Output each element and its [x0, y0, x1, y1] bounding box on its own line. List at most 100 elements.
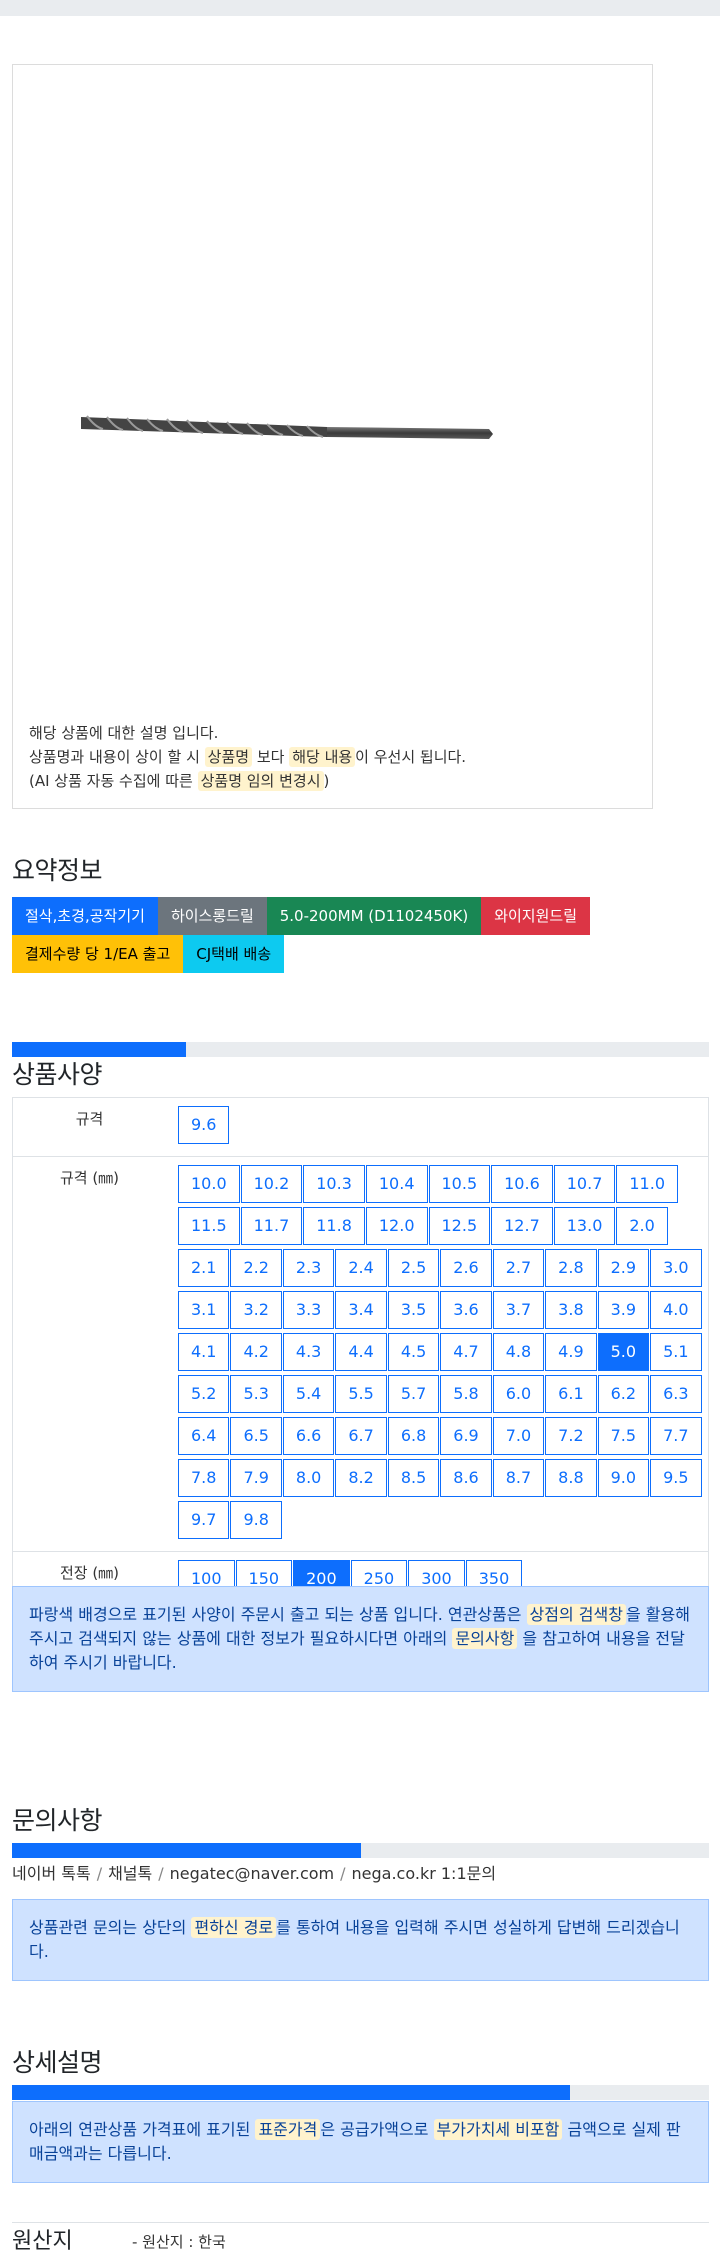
spec-option-button[interactable]: 12.5 — [428, 1207, 491, 1245]
summary-badges: 절삭,초경,공작기기 하이스롱드릴 5.0-200MM (D1102450K) 와이지… — [12, 897, 712, 973]
desc-highlight: 상품명 — [204, 747, 253, 767]
spec-option-button[interactable]: 5.4 — [282, 1375, 335, 1413]
spec-option-button[interactable]: 5.1 — [650, 1333, 702, 1371]
summary-badge: 5.0-200MM (D1102450K) — [266, 897, 482, 935]
contact-link[interactable]: nega.co.kr 1:1문의 — [352, 1864, 497, 1883]
spec-option-button[interactable]: 6.3 — [650, 1375, 702, 1413]
desc-text: 상품명과 내용이 상이 할 시 — [29, 748, 205, 766]
spec-option-button[interactable]: 6.1 — [545, 1375, 597, 1413]
spec-option-button[interactable]: 7.8 — [178, 1459, 230, 1497]
summary-badge: 결제수량 당 1/EA 출고 — [12, 935, 184, 973]
spec-option-button[interactable]: 3.2 — [230, 1291, 282, 1329]
summary-badge: CJ택배 배송 — [183, 935, 285, 973]
spec-option-button[interactable]: 4.0 — [650, 1291, 702, 1329]
spec-option-button[interactable]: 10.5 — [428, 1165, 491, 1203]
contact-link[interactable]: negatec@naver.com — [170, 1864, 334, 1883]
spec-option-button[interactable]: 13.0 — [553, 1207, 616, 1245]
detail-notice: 아래의 연관상품 가격표에 표기된 표준가격 은 공급가액으로 부가가치세 비포함… — [12, 2101, 709, 2183]
spec-option-button[interactable]: 6.2 — [597, 1375, 650, 1413]
spec-option-button[interactable]: 11.0 — [616, 1165, 678, 1203]
spec-option-button[interactable]: 6.5 — [230, 1417, 282, 1455]
spec-option-button[interactable]: 12.7 — [491, 1207, 553, 1245]
detail-progress — [12, 2085, 709, 2100]
spec-option-button[interactable]: 8.5 — [387, 1459, 440, 1497]
spec-option-button[interactable]: 7.2 — [545, 1417, 597, 1455]
spec-option-button[interactable]: 8.7 — [492, 1459, 545, 1497]
spec-option-button[interactable]: 2.9 — [597, 1249, 650, 1287]
spec-options: 10.0 10.2 10.3 10.4 10.5 10.6 10.7 11.0 11.5 11.7… — [166, 1157, 709, 1551]
spec-option-button[interactable]: 10.6 — [491, 1165, 553, 1203]
spec-option-button[interactable]: 5.3 — [230, 1375, 282, 1413]
spec-option-button[interactable]: 2.5 — [387, 1249, 440, 1287]
spec-option-button[interactable]: 10.7 — [553, 1165, 616, 1203]
spec-option-button[interactable]: 4.1 — [178, 1333, 230, 1371]
spec-option-button[interactable]: 3.8 — [545, 1291, 597, 1329]
spec-row: 규격 9.6 — [12, 1098, 709, 1157]
spec-option-button[interactable]: 2.6 — [440, 1249, 492, 1287]
spec-option-button[interactable]: 5.8 — [440, 1375, 492, 1413]
spec-option-button[interactable]: 6.0 — [492, 1375, 545, 1413]
separator: / — [340, 1864, 346, 1883]
spec-option-button[interactable]: 3.3 — [282, 1291, 335, 1329]
desc-line: 상품명과 내용이 상이 할 시 상품명 보다 해당 내용 이 우선시 됩니다. — [29, 745, 466, 769]
contact-link[interactable]: 네이버 톡톡 — [12, 1864, 91, 1883]
spec-option-button[interactable]: 4.7 — [440, 1333, 492, 1371]
spec-option-button[interactable]: 2.2 — [230, 1249, 282, 1287]
spec-option-button[interactable]: 3.6 — [440, 1291, 492, 1329]
spec-option-button[interactable]: 7.7 — [650, 1417, 702, 1455]
desc-highlight: 해당 내용 — [289, 747, 356, 767]
spec-option-button[interactable]: 5.7 — [387, 1375, 440, 1413]
spec-option-button[interactable]: 2.1 — [178, 1249, 230, 1287]
inquiry-notice: 상품관련 문의는 상단의 편하신 경로 를 통하여 내용을 입력해 주시면 성실하… — [12, 1899, 709, 1981]
spec-option-button[interactable]: 4.8 — [492, 1333, 545, 1371]
spec-option-button[interactable]: 9.0 — [597, 1459, 650, 1497]
spec-option-button[interactable]: 10.3 — [303, 1165, 365, 1203]
spec-option-button[interactable]: 3.9 — [597, 1291, 650, 1329]
spec-option-button[interactable]: 2.8 — [545, 1249, 597, 1287]
spec-option-button[interactable]: 2.7 — [492, 1249, 545, 1287]
spec-option-button[interactable]: 3.4 — [335, 1291, 387, 1329]
spec-option-button[interactable]: 9.7 — [178, 1501, 230, 1539]
spec-option-button[interactable]: 6.4 — [178, 1417, 230, 1455]
spec-option-button[interactable]: 10.4 — [365, 1165, 428, 1203]
spec-option-button[interactable]: 8.6 — [440, 1459, 492, 1497]
spec-option-button[interactable]: 3.7 — [492, 1291, 545, 1329]
spec-option-button[interactable]: 11.8 — [303, 1207, 365, 1245]
spec-notice: 파랑색 배경으로 표기된 사양이 주문시 출고 되는 상품 입니다. 연관상품은… — [12, 1586, 709, 1692]
spec-option-button[interactable]: 7.0 — [492, 1417, 545, 1455]
spec-option-button[interactable]: 6.6 — [282, 1417, 335, 1455]
spec-option-button[interactable]: 4.5 — [387, 1333, 440, 1371]
spec-option-button[interactable]: 2.0 — [616, 1207, 668, 1245]
spec-option-button[interactable]: 10.0 — [178, 1165, 240, 1203]
desc-text: (AI 상품 자동 수집에 따른 — [29, 772, 198, 790]
spec-option-button[interactable]: 6.8 — [387, 1417, 440, 1455]
spec-option-button[interactable]: 4.2 — [230, 1333, 282, 1371]
spec-option-button[interactable]: 7.5 — [597, 1417, 650, 1455]
spec-option-button[interactable]: 5.0 — [597, 1333, 650, 1371]
spec-option-button[interactable]: 8.0 — [282, 1459, 335, 1497]
spec-option-button[interactable]: 11.5 — [178, 1207, 240, 1245]
spec-option-button[interactable]: 2.4 — [335, 1249, 387, 1287]
spec-option-button[interactable]: 9.5 — [650, 1459, 702, 1497]
spec-option-button[interactable]: 10.2 — [240, 1165, 303, 1203]
spec-option-button[interactable]: 9.8 — [230, 1501, 282, 1539]
spec-option-button[interactable]: 5.2 — [178, 1375, 230, 1413]
spec-option-button[interactable]: 6.7 — [335, 1417, 387, 1455]
spec-option-button[interactable]: 3.1 — [178, 1291, 230, 1329]
spec-option-button[interactable]: 4.9 — [545, 1333, 597, 1371]
spec-option-button[interactable]: 4.4 — [335, 1333, 387, 1371]
spec-option-button[interactable]: 9.6 — [178, 1106, 230, 1144]
spec-option-button[interactable]: 11.7 — [240, 1207, 303, 1245]
spec-option-button[interactable]: 8.8 — [545, 1459, 597, 1497]
spec-option-button[interactable]: 8.2 — [335, 1459, 387, 1497]
spec-option-button[interactable]: 3.0 — [650, 1249, 702, 1287]
spec-option-button[interactable]: 7.9 — [230, 1459, 282, 1497]
spec-option-button[interactable]: 4.3 — [282, 1333, 335, 1371]
spec-option-button[interactable]: 12.0 — [365, 1207, 428, 1245]
contact-link[interactable]: 채널톡 — [108, 1864, 152, 1883]
spec-option-button[interactable]: 3.5 — [387, 1291, 440, 1329]
note-text: 파랑색 배경으로 표기된 사양이 주문시 출고 되는 상품 입니다. 연관상품은 — [29, 1605, 527, 1624]
spec-option-button[interactable]: 6.9 — [440, 1417, 492, 1455]
spec-option-button[interactable]: 2.3 — [282, 1249, 335, 1287]
spec-option-button[interactable]: 5.5 — [335, 1375, 387, 1413]
